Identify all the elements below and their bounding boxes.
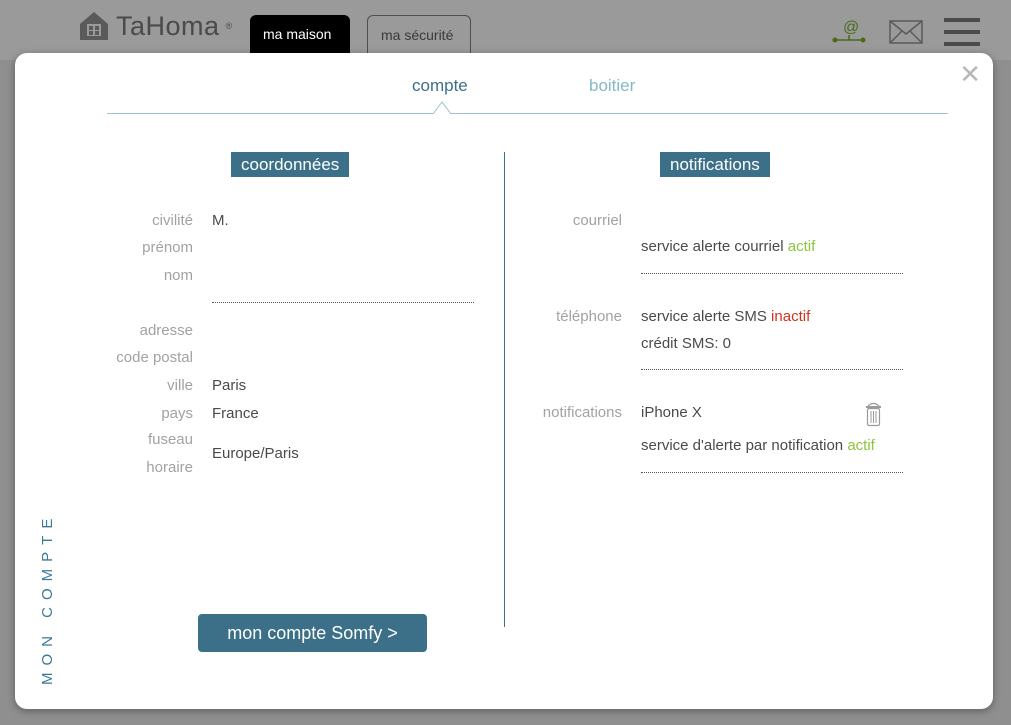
tab-underline bbox=[107, 113, 948, 114]
civilite-label: civilité bbox=[152, 212, 193, 229]
prenom-label: prénom bbox=[142, 239, 193, 256]
tab-ma-maison[interactable]: ma maison bbox=[250, 15, 350, 55]
at-network-icon[interactable]: @ bbox=[832, 17, 866, 45]
menu-icon[interactable] bbox=[944, 17, 980, 47]
separator bbox=[641, 369, 903, 370]
logo-text: TaHoma bbox=[116, 10, 220, 41]
app-header: TaHoma ® ma maison ma sécurité @ bbox=[0, 0, 1011, 60]
nom-label: nom bbox=[163, 267, 193, 284]
mail-icon[interactable] bbox=[889, 20, 923, 44]
pays-value: France bbox=[212, 405, 259, 422]
courriel-label: courriel bbox=[572, 212, 622, 229]
modal-tabs: compte boitier bbox=[107, 53, 948, 115]
separator bbox=[212, 302, 474, 303]
notifications-label: notifications bbox=[542, 404, 622, 421]
code-postal-label: code postal bbox=[116, 349, 193, 366]
push-service: service d'alerte par notification actif bbox=[641, 437, 875, 454]
tab-ma-securite[interactable]: ma sécurité bbox=[367, 15, 471, 55]
home-icon bbox=[80, 12, 108, 40]
courriel-service: service alerte courriel actif bbox=[641, 238, 815, 255]
ville-label: ville bbox=[167, 377, 193, 394]
sms-credit: crédit SMS: 0 bbox=[641, 335, 732, 352]
device-name: iPhone X bbox=[641, 404, 702, 421]
tahoma-logo[interactable]: TaHoma ® bbox=[78, 10, 232, 42]
coordonnees-title: coordonnées bbox=[231, 152, 350, 177]
separator bbox=[641, 273, 903, 274]
sms-service: service alerte SMS inactif bbox=[641, 308, 810, 325]
mon-compte-somfy-button[interactable]: mon compte Somfy > bbox=[198, 614, 427, 652]
sms-service-text: service alerte SMS bbox=[641, 308, 767, 325]
side-section-label: MON COMPTE bbox=[39, 511, 56, 685]
pays-label: pays bbox=[161, 405, 193, 422]
courriel-service-text: service alerte courriel bbox=[641, 238, 784, 255]
sms-status: inactif bbox=[771, 308, 811, 325]
fuseau-label: fuseau bbox=[147, 431, 193, 448]
close-icon[interactable]: ✕ bbox=[959, 62, 981, 88]
push-service-text: service d'alerte par notification bbox=[641, 437, 844, 454]
telephone-label: téléphone bbox=[556, 308, 622, 325]
ville-value: Paris bbox=[212, 377, 247, 394]
courriel-status: actif bbox=[787, 238, 816, 255]
push-status: actif bbox=[847, 437, 875, 454]
notifications-title: notifications bbox=[660, 152, 770, 177]
horaire-label: horaire bbox=[146, 459, 193, 476]
tab-compte[interactable]: compte bbox=[412, 76, 468, 96]
tab-boitier[interactable]: boitier bbox=[589, 76, 635, 96]
civilite-value: M. bbox=[212, 212, 229, 229]
account-modal: ✕ MON COMPTE compte boitier coordonnées … bbox=[15, 53, 993, 709]
logo-reg: ® bbox=[225, 21, 233, 31]
svg-text:@: @ bbox=[843, 19, 859, 36]
trash-icon[interactable] bbox=[865, 402, 882, 427]
active-tab-caret bbox=[433, 101, 451, 115]
fuseau-horaire-value: Europe/Paris bbox=[212, 445, 299, 462]
column-divider bbox=[504, 152, 505, 627]
separator bbox=[641, 472, 903, 473]
adresse-label: adresse bbox=[139, 322, 193, 339]
